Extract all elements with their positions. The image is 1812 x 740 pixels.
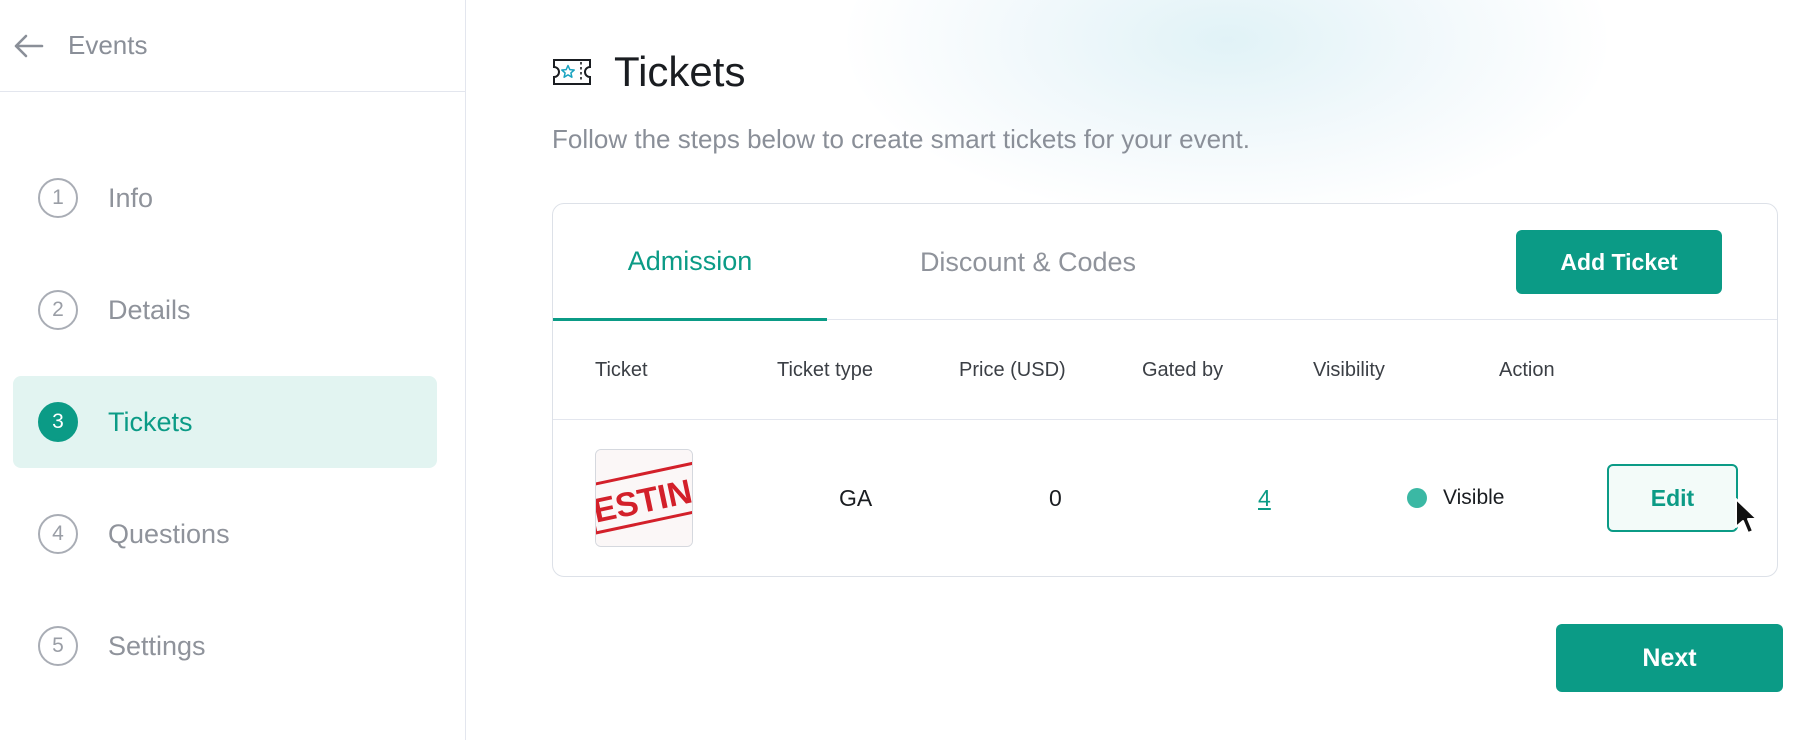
step-number: 3 [38, 402, 78, 442]
background-glow [847, 0, 1607, 220]
arrow-left-icon[interactable] [14, 31, 44, 61]
column-header-price: Price (USD) [959, 358, 1066, 381]
back-to-events[interactable]: Events [0, 0, 465, 92]
step-details[interactable]: 2 Details [13, 264, 437, 356]
column-header-visibility: Visibility [1313, 358, 1385, 381]
gated-by-cell: 4 [1258, 420, 1271, 576]
step-label: Details [108, 294, 191, 325]
table-row: TESTING GA 0 4 Visible Edit [553, 420, 1777, 576]
step-tickets[interactable]: 3 Tickets [13, 376, 437, 468]
step-nav: 1 Info 2 Details 3 Tickets 4 Questions 5… [0, 92, 465, 692]
tab-admission[interactable]: Admission [553, 204, 827, 321]
ticket-type-cell: GA [839, 484, 873, 511]
step-label: Questions [108, 518, 230, 549]
price-cell: 0 [1049, 484, 1062, 511]
app-root: Events 1 Info 2 Details 3 Tickets 4 Ques… [0, 0, 1812, 740]
ticket-icon [552, 58, 592, 86]
ticket-cell: TESTING [595, 420, 693, 576]
step-number: 4 [38, 514, 78, 554]
page-header: Tickets [552, 48, 745, 96]
ticket-thumbnail[interactable]: TESTING [595, 449, 693, 547]
action-cell: Edit [1607, 420, 1738, 576]
back-label[interactable]: Events [68, 30, 148, 61]
visibility-label: Visible [1443, 486, 1505, 509]
step-settings[interactable]: 5 Settings [13, 600, 437, 692]
column-header-ticket: Ticket [595, 358, 648, 381]
tab-discount-codes[interactable]: Discount & Codes [883, 204, 1173, 320]
tickets-card: Admission Discount & Codes Add Ticket Ti… [552, 203, 1778, 577]
step-questions[interactable]: 4 Questions [13, 488, 437, 580]
step-number: 2 [38, 290, 78, 330]
gated-by-link[interactable]: 4 [1258, 485, 1271, 512]
testing-stamp-image: TESTING [596, 450, 692, 546]
page-title: Tickets [614, 48, 746, 95]
column-header-action: Action [1499, 358, 1555, 381]
step-info[interactable]: 1 Info [13, 152, 437, 244]
column-header-gated-by: Gated by [1142, 358, 1224, 381]
column-header-ticket-type: Ticket type [777, 358, 873, 381]
main-content: Tickets Follow the steps below to create… [467, 0, 1812, 740]
visibility-status-dot [1407, 488, 1427, 508]
edit-ticket-button[interactable]: Edit [1607, 464, 1738, 532]
step-number: 5 [38, 626, 78, 666]
page-subtitle: Follow the steps below to create smart t… [552, 124, 1250, 154]
sidebar: Events 1 Info 2 Details 3 Tickets 4 Ques… [0, 0, 466, 740]
table-header: Ticket Ticket type Price (USD) Gated by … [553, 320, 1777, 420]
step-label: Settings [108, 630, 206, 661]
step-label: Info [108, 182, 154, 213]
add-ticket-button[interactable]: Add Ticket [1516, 230, 1722, 294]
next-button[interactable]: Next [1556, 624, 1783, 692]
step-label: Tickets [108, 406, 193, 437]
visibility-cell: Visible [1407, 420, 1504, 576]
step-number: 1 [38, 178, 78, 218]
tab-bar: Admission Discount & Codes Add Ticket [553, 204, 1777, 321]
